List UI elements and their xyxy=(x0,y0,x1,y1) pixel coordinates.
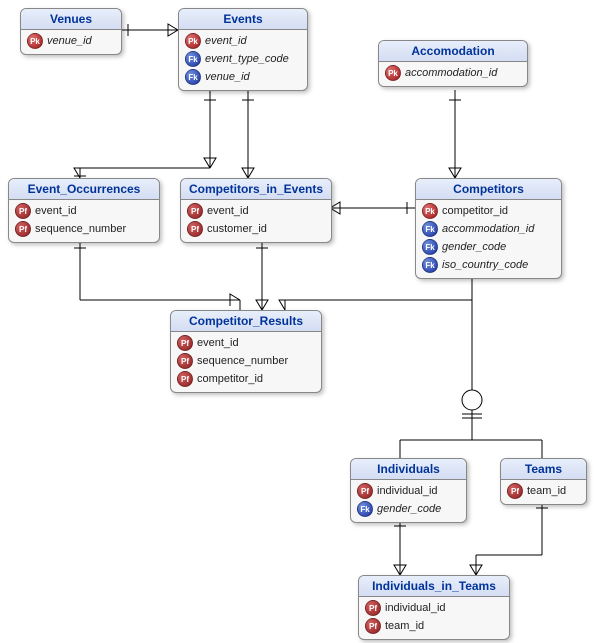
entity-competitors: Competitors Pk competitor_id Fk accommod… xyxy=(415,178,562,279)
attr-label: accommodation_id xyxy=(442,223,534,235)
attr-row: Pf event_id xyxy=(175,334,317,352)
entity-venues: Venues Pk venue_id xyxy=(20,8,122,55)
attr-label: gender_code xyxy=(442,241,506,253)
pk-icon: Pk xyxy=(185,33,201,49)
attr-list: Pk event_id Fk event_type_code Fk venue_… xyxy=(179,30,307,90)
pf-icon: Pf xyxy=(357,483,373,499)
attr-list: Pk accommodation_id xyxy=(379,62,527,86)
entity-teams: Teams Pf team_id xyxy=(500,458,587,505)
attr-label: event_id xyxy=(197,337,239,349)
attr-label: event_id xyxy=(205,35,247,47)
attr-row: Pf sequence_number xyxy=(175,352,317,370)
attr-row: Pf sequence_number xyxy=(13,220,155,238)
entity-title: Individuals_in_Teams xyxy=(359,576,509,597)
attr-row: Pf event_id xyxy=(185,202,327,220)
entity-title: Events xyxy=(179,9,307,30)
attr-label: sequence_number xyxy=(197,355,288,367)
entity-title: Accomodation xyxy=(379,41,527,62)
attr-label: team_id xyxy=(527,485,566,497)
attr-row: Fk event_type_code xyxy=(183,50,303,68)
entity-title: Teams xyxy=(501,459,586,480)
attr-label: event_id xyxy=(207,205,249,217)
fk-icon: Fk xyxy=(422,257,438,273)
entity-events: Events Pk event_id Fk event_type_code Fk… xyxy=(178,8,308,91)
entity-title: Venues xyxy=(21,9,121,30)
attr-row: Pk venue_id xyxy=(25,32,117,50)
entity-event-occurrences: Event_Occurrences Pf event_id Pf sequenc… xyxy=(8,178,160,243)
attr-label: iso_country_code xyxy=(442,259,528,271)
attr-label: event_id xyxy=(35,205,77,217)
attr-row: Pf team_id xyxy=(363,617,505,635)
entity-title: Event_Occurrences xyxy=(9,179,159,200)
attr-label: accommodation_id xyxy=(405,67,497,79)
entity-competitor-results: Competitor_Results Pf event_id Pf sequen… xyxy=(170,310,322,393)
attr-row: Fk iso_country_code xyxy=(420,256,557,274)
entity-competitors-in-events: Competitors_in_Events Pf event_id Pf cus… xyxy=(180,178,332,243)
pf-icon: Pf xyxy=(177,371,193,387)
pk-icon: Pk xyxy=(27,33,43,49)
fk-icon: Fk xyxy=(357,501,373,517)
entity-title: Competitors_in_Events xyxy=(181,179,331,200)
attr-list: Pk competitor_id Fk accommodation_id Fk … xyxy=(416,200,561,278)
attr-row: Pf competitor_id xyxy=(175,370,317,388)
attr-row: Pf event_id xyxy=(13,202,155,220)
attr-row: Fk venue_id xyxy=(183,68,303,86)
attr-list: Pf event_id Pf customer_id xyxy=(181,200,331,242)
pf-icon: Pf xyxy=(507,483,523,499)
attr-row: Pk event_id xyxy=(183,32,303,50)
pk-icon: Pk xyxy=(385,65,401,81)
pf-icon: Pf xyxy=(187,203,203,219)
attr-label: competitor_id xyxy=(442,205,508,217)
attr-label: gender_code xyxy=(377,503,441,515)
pf-icon: Pf xyxy=(15,221,31,237)
entity-title: Competitor_Results xyxy=(171,311,321,332)
attr-row: Fk gender_code xyxy=(355,500,462,518)
attr-label: individual_id xyxy=(377,485,438,497)
pf-icon: Pf xyxy=(187,221,203,237)
attr-row: Pf individual_id xyxy=(355,482,462,500)
fk-icon: Fk xyxy=(185,69,201,85)
attr-row: Pf customer_id xyxy=(185,220,327,238)
attr-row: Pk accommodation_id xyxy=(383,64,523,82)
attr-list: Pf individual_id Fk gender_code xyxy=(351,480,466,522)
fk-icon: Fk xyxy=(422,221,438,237)
attr-list: Pf event_id Pf sequence_number Pf compet… xyxy=(171,332,321,392)
pf-icon: Pf xyxy=(177,335,193,351)
attr-list: Pf team_id xyxy=(501,480,586,504)
er-diagram: Venues Pk venue_id Events Pk event_id Fk… xyxy=(0,0,601,643)
attr-row: Pf team_id xyxy=(505,482,582,500)
entity-title: Competitors xyxy=(416,179,561,200)
attr-label: customer_id xyxy=(207,223,267,235)
attr-label: sequence_number xyxy=(35,223,126,235)
entity-accomodation: Accomodation Pk accommodation_id xyxy=(378,40,528,87)
pk-icon: Pk xyxy=(422,203,438,219)
fk-icon: Fk xyxy=(185,51,201,67)
attr-list: Pf event_id Pf sequence_number xyxy=(9,200,159,242)
attr-row: Fk gender_code xyxy=(420,238,557,256)
attr-label: venue_id xyxy=(47,35,92,47)
attr-label: team_id xyxy=(385,620,424,632)
pf-icon: Pf xyxy=(15,203,31,219)
attr-list: Pf individual_id Pf team_id xyxy=(359,597,509,639)
attr-label: event_type_code xyxy=(205,53,289,65)
attr-label: competitor_id xyxy=(197,373,263,385)
attr-row: Pf individual_id xyxy=(363,599,505,617)
attr-label: venue_id xyxy=(205,71,250,83)
pf-icon: Pf xyxy=(365,618,381,634)
entity-individuals: Individuals Pf individual_id Fk gender_c… xyxy=(350,458,467,523)
attr-row: Fk accommodation_id xyxy=(420,220,557,238)
attr-list: Pk venue_id xyxy=(21,30,121,54)
attr-label: individual_id xyxy=(385,602,446,614)
fk-icon: Fk xyxy=(422,239,438,255)
pf-icon: Pf xyxy=(365,600,381,616)
pf-icon: Pf xyxy=(177,353,193,369)
entity-title: Individuals xyxy=(351,459,466,480)
entity-individuals-in-teams: Individuals_in_Teams Pf individual_id Pf… xyxy=(358,575,510,640)
attr-row: Pk competitor_id xyxy=(420,202,557,220)
